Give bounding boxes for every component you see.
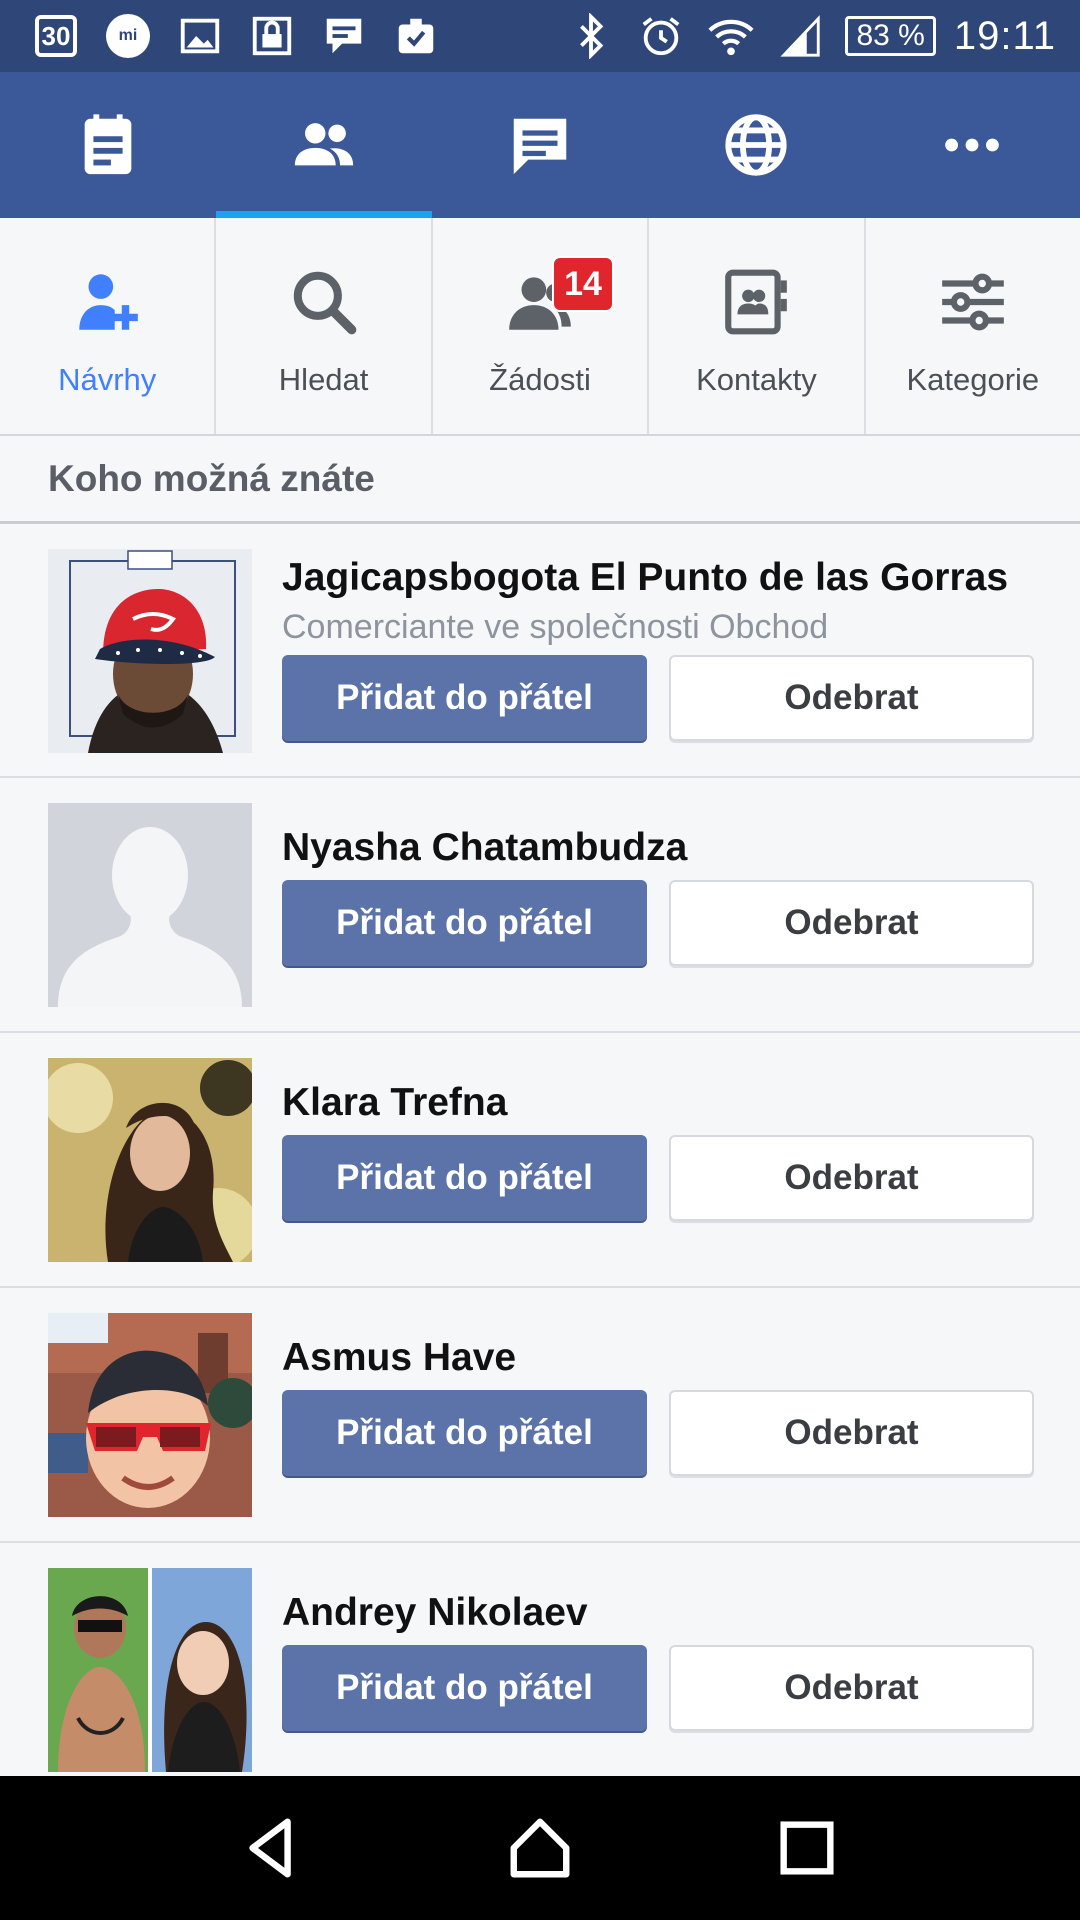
image-icon: [174, 12, 226, 60]
subnav-label: Kontakty: [696, 362, 817, 397]
sliders-icon: [941, 273, 1004, 331]
list-item: Andrey Nikolaev Přidat do přátel Odebrat: [0, 1543, 1080, 1776]
recents-button[interactable]: [767, 1808, 847, 1888]
subnav-search[interactable]: Hledat: [216, 218, 433, 434]
avatar[interactable]: [48, 1568, 252, 1772]
status-bar-system: 83 % 19:11: [565, 10, 1056, 62]
action-buttons: Přidat do přátel Odebrat: [282, 1135, 1040, 1221]
remove-button[interactable]: Odebrat: [669, 1135, 1034, 1221]
back-button[interactable]: [233, 1808, 313, 1888]
action-buttons: Přidat do přátel Odebrat: [282, 880, 1040, 966]
avatar-image: [48, 1058, 252, 1262]
friends-icon: [294, 123, 354, 166]
person-name[interactable]: Asmus Have: [282, 1336, 1040, 1380]
add-friend-button[interactable]: Přidat do přátel: [282, 1135, 647, 1221]
status-bar: 30 mi 83 % 19:11: [0, 0, 1080, 72]
avatar[interactable]: [48, 1313, 252, 1517]
mi-icon: mi: [102, 12, 154, 60]
person-subtitle: Comerciante ve společnosti Obchod: [282, 608, 829, 646]
default-avatar-icon: [48, 803, 252, 1007]
messages-icon: [513, 118, 567, 175]
friends-sub-nav: Návrhy Hledat 14 Žádosti Kontakty Katego…: [0, 218, 1080, 436]
subnav-contacts[interactable]: Kontakty: [649, 218, 866, 434]
avatar[interactable]: [48, 1058, 252, 1262]
suggestion-info: Klara Trefna Přidat do přátel Odebrat: [282, 1081, 1040, 1221]
message-icon: [318, 12, 370, 60]
person-name[interactable]: Nyasha Chatambudza: [282, 826, 1040, 870]
action-buttons: Přidat do přátel Odebrat: [282, 1645, 1040, 1731]
top-nav-bar: [0, 72, 1080, 218]
requests-badge: 14: [552, 256, 615, 312]
avatar[interactable]: [48, 803, 252, 1007]
list-item: Jagicapsbogota El Punto de las Gorras Co…: [0, 524, 1080, 778]
tab-more[interactable]: [864, 72, 1080, 218]
bluetooth-icon: [565, 12, 617, 60]
calendar-day: 30: [35, 15, 77, 57]
add-friend-button[interactable]: Přidat do přátel: [282, 1390, 647, 1476]
subnav-label: Hledat: [278, 362, 369, 397]
add-friend-button[interactable]: Přidat do přátel: [282, 880, 647, 966]
subnav-label: Žádosti: [489, 362, 591, 397]
news-feed-icon: [84, 114, 132, 175]
remove-button[interactable]: Odebrat: [669, 655, 1034, 741]
recents-icon: [780, 1821, 834, 1875]
add-friend-button[interactable]: Přidat do přátel: [282, 655, 647, 741]
action-buttons: Přidat do přátel Odebrat: [282, 1390, 1040, 1476]
more-icon: [945, 138, 999, 152]
globe-icon: [725, 114, 787, 176]
add-friend-button[interactable]: Přidat do přátel: [282, 1645, 647, 1731]
section-title: Koho možná znáte: [0, 436, 1080, 524]
tab-world[interactable]: [648, 72, 864, 218]
subnav-categories[interactable]: Kategorie: [866, 218, 1080, 434]
home-button[interactable]: [500, 1808, 580, 1888]
avatar-image: [48, 549, 252, 753]
action-buttons: Přidat do přátel Odebrat: [282, 655, 1040, 741]
signal-icon: [775, 12, 827, 60]
wifi-icon: [705, 12, 757, 60]
suggestion-info: Jagicapsbogota El Punto de las Gorras Co…: [282, 556, 1040, 741]
system-nav-bar: [0, 1776, 1080, 1920]
remove-button[interactable]: Odebrat: [669, 1645, 1034, 1731]
subnav-label: Kategorie: [906, 362, 1040, 397]
battery-indicator: 83 %: [845, 16, 936, 56]
person-name[interactable]: Andrey Nikolaev: [282, 1591, 1040, 1635]
lock-icon: [246, 12, 298, 60]
avatar-image: [48, 1568, 252, 1772]
person-name[interactable]: Jagicapsbogota El Punto de las Gorras: [282, 556, 1040, 600]
suggestion-info: Andrey Nikolaev Přidat do přátel Odebrat: [282, 1591, 1040, 1731]
back-icon: [249, 1818, 292, 1878]
mi-label: mi: [118, 27, 138, 44]
tab-friends[interactable]: [216, 72, 432, 218]
list-item: Asmus Have Přidat do přátel Odebrat: [0, 1288, 1080, 1543]
clipboard-icon: [390, 12, 442, 60]
search-icon: [293, 271, 356, 335]
contacts-icon: [725, 269, 788, 335]
alarm-icon: [635, 12, 687, 60]
list-item: Klara Trefna Přidat do přátel Odebrat: [0, 1033, 1080, 1288]
home-icon: [510, 1818, 570, 1878]
clock: 19:11: [953, 13, 1056, 58]
avatar-image: [48, 1313, 252, 1517]
status-bar-notifications: 30 mi: [30, 12, 442, 60]
suggestion-info: Nyasha Chatambudza Přidat do přátel Odeb…: [282, 826, 1040, 966]
avatar[interactable]: [48, 549, 252, 753]
suggestions-list: Jagicapsbogota El Punto de las Gorras Co…: [0, 524, 1080, 1776]
list-item: Nyasha Chatambudza Přidat do přátel Odeb…: [0, 778, 1080, 1033]
tab-messages[interactable]: [432, 72, 648, 218]
calendar-icon: 30: [30, 12, 82, 60]
subnav-label: Návrhy: [58, 362, 157, 397]
suggestion-info: Asmus Have Přidat do přátel Odebrat: [282, 1336, 1040, 1476]
subnav-requests[interactable]: 14 Žádosti: [433, 218, 650, 434]
add-friend-icon: [79, 274, 139, 330]
remove-button[interactable]: Odebrat: [669, 1390, 1034, 1476]
person-name[interactable]: Klara Trefna: [282, 1081, 1040, 1125]
tab-news-feed[interactable]: [0, 72, 216, 218]
subnav-suggestions[interactable]: Návrhy: [0, 218, 217, 434]
remove-button[interactable]: Odebrat: [669, 880, 1034, 966]
